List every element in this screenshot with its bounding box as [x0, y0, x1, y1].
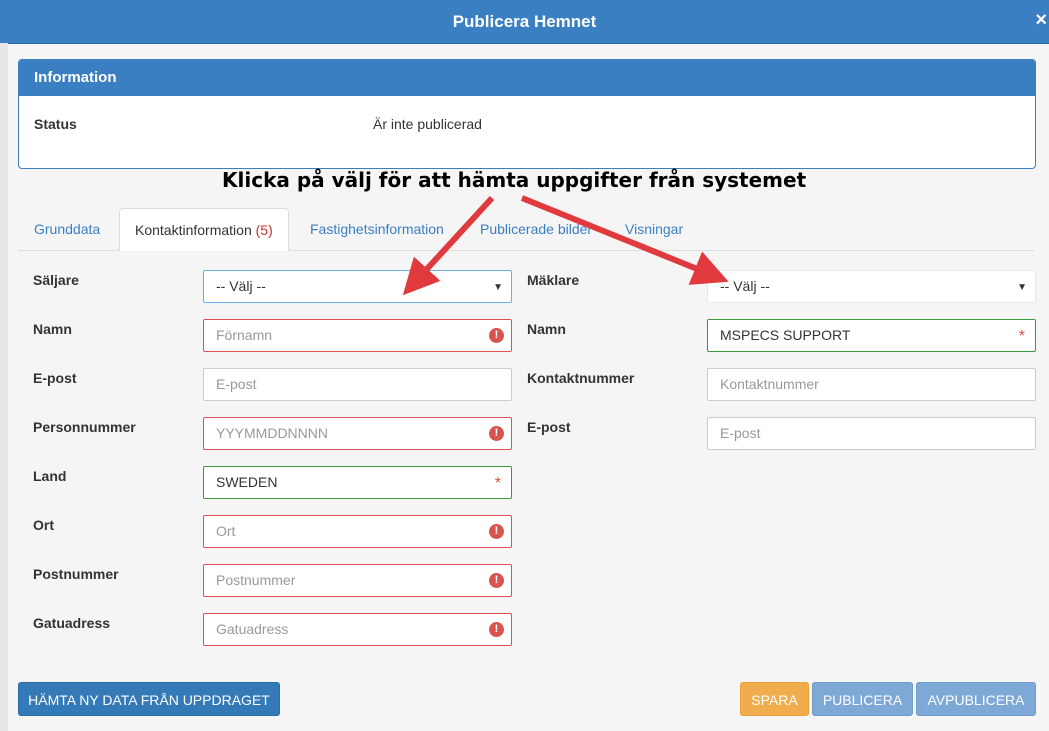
publish-button[interactable]: PUBLICERA — [812, 682, 913, 716]
information-panel: Information Status Är inte publicerad — [18, 59, 1036, 169]
personnummer-field[interactable]: YYYMMDDNNNN ! — [203, 417, 512, 450]
field-value: MSPECS SUPPORT — [720, 327, 851, 343]
seller-email-field[interactable]: E-post — [203, 368, 512, 401]
publish-modal: Publicera Hemnet × Information Status Är… — [0, 0, 1049, 731]
exclamation-circle-icon: ! — [489, 328, 504, 343]
status-label: Status — [34, 116, 77, 132]
save-button[interactable]: SPARA — [740, 682, 809, 716]
tab-kontaktinformation[interactable]: Kontaktinformation (5) — [119, 208, 289, 251]
tab-label: Kontaktinformation — [135, 222, 252, 238]
asterisk-icon: * — [1018, 328, 1025, 345]
placeholder: Ort — [216, 523, 236, 539]
asterisk-icon: * — [494, 475, 501, 492]
placeholder: E-post — [720, 425, 761, 441]
namn-label: Namn — [33, 321, 72, 337]
modal-header: Publicera Hemnet × — [0, 0, 1049, 44]
ort-label: Ort — [33, 517, 54, 533]
kontaktnummer-label: Kontaktnummer — [527, 370, 635, 386]
caret-down-icon: ▼ — [493, 282, 503, 293]
tab-fastighetsinformation[interactable]: Fastighetsinformation — [295, 208, 459, 249]
tab-label: Fastighetsinformation — [310, 221, 444, 237]
background-strip — [0, 43, 8, 731]
kontaktnummer-field[interactable]: Kontaktnummer — [707, 368, 1036, 401]
land-field[interactable]: SWEDEN * — [203, 466, 512, 499]
epost-label: E-post — [33, 370, 77, 386]
annotation-text: Klicka på välj för att hämta uppgifter f… — [222, 168, 807, 192]
broker-epost-label: E-post — [527, 419, 571, 435]
placeholder: E-post — [216, 376, 257, 392]
broker-name-field[interactable]: MSPECS SUPPORT * — [707, 319, 1036, 352]
tab-publicerade-bilder[interactable]: Publicerade bilder — [465, 208, 607, 249]
maklare-label: Mäklare — [527, 272, 580, 288]
gatuadress-label: Gatuadress — [33, 615, 111, 631]
modal-title: Publicera Hemnet — [452, 12, 597, 31]
land-label: Land — [33, 468, 67, 484]
saljare-label: Säljare — [33, 272, 79, 288]
placeholder: Kontaktnummer — [720, 376, 819, 392]
saljare-select[interactable]: -- Välj -- ▼ — [203, 270, 512, 303]
caret-down-icon: ▼ — [1017, 282, 1027, 293]
unpublish-button[interactable]: AVPUBLICERA — [916, 682, 1036, 716]
field-value: SWEDEN — [216, 474, 278, 490]
tab-label: Grunddata — [34, 221, 101, 237]
select-value: -- Välj -- — [216, 278, 266, 294]
tab-bar: Grunddata Kontaktinformation (5) Fastigh… — [18, 208, 1034, 251]
placeholder: Postnummer — [216, 572, 296, 588]
tab-count-badge: (5) — [255, 222, 273, 238]
tab-visningar[interactable]: Visningar — [610, 208, 698, 249]
placeholder: Förnamn — [216, 327, 273, 343]
select-value: -- Välj -- — [720, 278, 770, 294]
tab-grunddata[interactable]: Grunddata — [19, 208, 115, 249]
broker-namn-label: Namn — [527, 321, 566, 337]
status-value: Är inte publicerad — [373, 116, 482, 132]
tab-label: Visningar — [625, 221, 684, 237]
placeholder: YYYMMDDNNNN — [216, 425, 328, 441]
personnummer-label: Personnummer — [33, 419, 136, 435]
fetch-data-button[interactable]: HÄMTA NY DATA FRÅN UPPDRAGET — [18, 682, 280, 716]
close-icon[interactable]: × — [1035, 0, 1047, 40]
postnummer-label: Postnummer — [33, 566, 119, 582]
tab-label: Publicerade bilder — [480, 221, 593, 237]
ort-field[interactable]: Ort ! — [203, 515, 512, 548]
exclamation-circle-icon: ! — [489, 622, 504, 637]
broker-email-field[interactable]: E-post — [707, 417, 1036, 450]
gatuadress-field[interactable]: Gatuadress ! — [203, 613, 512, 646]
seller-name-field[interactable]: Förnamn ! — [203, 319, 512, 352]
exclamation-circle-icon: ! — [489, 524, 504, 539]
exclamation-circle-icon: ! — [489, 426, 504, 441]
panel-heading: Information — [19, 60, 1035, 96]
postnummer-field[interactable]: Postnummer ! — [203, 564, 512, 597]
exclamation-circle-icon: ! — [489, 573, 504, 588]
maklare-select[interactable]: -- Välj -- ▼ — [707, 270, 1036, 303]
placeholder: Gatuadress — [216, 621, 289, 637]
